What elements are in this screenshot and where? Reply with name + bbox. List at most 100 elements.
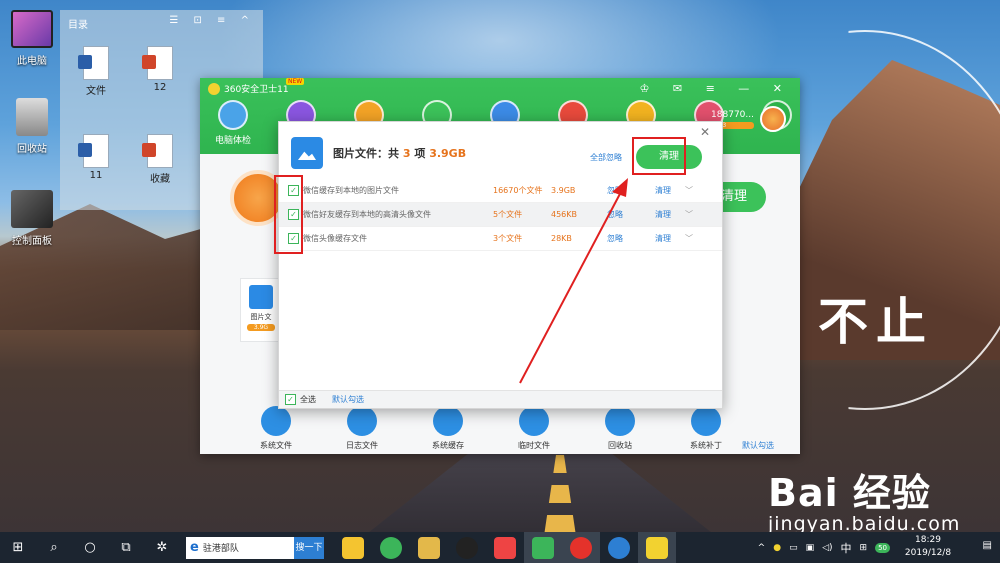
recycle-icon xyxy=(605,406,635,436)
watermark-logo: Bai 经验 xyxy=(768,471,931,515)
image-icon xyxy=(291,137,323,169)
category-label: 系统缓存 xyxy=(432,441,464,450)
category-item[interactable]: 系统文件 xyxy=(246,406,306,451)
list-item: ✓ 微信缓存到本地的图片文件 16670个文件 3.9GB 忽略 清理 ﹀ xyxy=(279,179,722,203)
file-item[interactable]: 文件 xyxy=(66,46,126,97)
desktop-icon-control-panel[interactable]: 控制面板 xyxy=(2,190,62,247)
list-item: ✓ 微信好友缓存到本地的高清头像文件 5个文件 456KB 忽略 清理 ﹀ xyxy=(279,203,722,227)
window-controls[interactable]: ♔ ✉ ≡ — ✕ xyxy=(640,82,793,95)
row-name: 微信好友缓存到本地的高清头像文件 xyxy=(303,210,431,219)
taskbar-app-icon[interactable] xyxy=(486,532,524,563)
chevron-down-icon[interactable]: ﹀ xyxy=(685,185,693,196)
row-ignore-link[interactable]: 忽略 xyxy=(607,233,655,244)
category-item[interactable]: 回收站 xyxy=(590,406,650,451)
pinwheel-icon[interactable]: ✲ xyxy=(144,532,180,563)
task-view-icon[interactable]: ⧉ xyxy=(108,532,144,563)
chevron-down-icon[interactable]: ﹀ xyxy=(685,233,693,244)
row-count: 3个文件 xyxy=(493,234,523,243)
row-size: 3.9GB xyxy=(551,186,576,195)
cortana-icon[interactable]: ○ xyxy=(72,532,108,563)
windows-start-icon[interactable]: ⊞ xyxy=(0,532,36,563)
avatar xyxy=(760,106,786,132)
search-icon[interactable]: ⌕ xyxy=(36,532,72,563)
category-item[interactable]: 临时文件 xyxy=(504,406,564,451)
network-icon[interactable]: ▣ xyxy=(806,543,815,553)
taskbar-app-icon[interactable] xyxy=(410,532,448,563)
nav-label: 电脑体检 xyxy=(214,136,251,146)
chevron-up-icon[interactable]: ^ xyxy=(758,543,766,553)
keyboard-icon[interactable]: ⊞ xyxy=(860,543,868,553)
row-ignore-link[interactable]: 忽略 xyxy=(607,185,655,196)
ppt-file-icon xyxy=(142,46,173,80)
file-item[interactable]: 收藏 xyxy=(130,134,190,185)
desktop-icon-label: 回收站 xyxy=(17,144,47,155)
clock-icon xyxy=(519,406,549,436)
file-label: 11 xyxy=(89,170,103,181)
app-title-text: 360安全卫士11 xyxy=(224,85,289,95)
title-mid: 项 xyxy=(414,147,426,160)
database-icon xyxy=(433,406,463,436)
row-name: 微信头像缓存文件 xyxy=(303,234,367,243)
row-size: 28KB xyxy=(551,234,572,243)
title-prefix: 图片文件：共 xyxy=(333,147,399,160)
row-size: 456KB xyxy=(551,210,578,219)
total-size: 3.9GB xyxy=(429,147,467,160)
explorer-tools[interactable]: ☰ ⊡ ≡ ^ xyxy=(169,15,255,26)
ignore-all-link[interactable]: 全部忽略 xyxy=(590,152,622,163)
browser-search-input[interactable]: e 驻港部队 xyxy=(186,536,294,559)
wallpaper-text: 不止 xyxy=(818,292,934,351)
taskbar-360-guard-icon[interactable] xyxy=(638,532,676,563)
network-speed-badge[interactable]: 50 xyxy=(875,542,890,553)
word-file-icon xyxy=(78,134,109,168)
chevron-down-icon[interactable]: ﹀ xyxy=(685,209,693,220)
taskbar-wechat-icon[interactable] xyxy=(524,532,562,563)
file-item[interactable]: 12 xyxy=(130,46,190,93)
user-name: 188770... xyxy=(711,109,754,120)
image-files-card[interactable]: 图片文 3.9G xyxy=(240,278,282,342)
dialog-header: 图片文件：共 3 项 3.9GB xyxy=(291,137,466,169)
default-check-link[interactable]: 默认勾选 xyxy=(332,394,364,405)
taskbar-app-icon[interactable] xyxy=(600,532,638,563)
row-clean-link[interactable]: 清理 xyxy=(655,185,685,196)
select-all-checkbox[interactable]: ✓ xyxy=(285,394,296,405)
category-item[interactable]: 系统补丁 xyxy=(676,406,736,451)
system-tray: ^ ● ▭ ▣ ◁) 中 ⊞ 50 xyxy=(758,532,890,563)
image-file-icon xyxy=(249,285,273,309)
category-item[interactable]: 系统缓存 xyxy=(418,406,478,451)
word-file-icon xyxy=(78,46,109,80)
select-all-label[interactable]: 全选 xyxy=(300,394,316,405)
row-clean-link[interactable]: 清理 xyxy=(655,209,685,220)
file-item[interactable]: 11 xyxy=(66,134,126,181)
desktop-icon-recycle-bin[interactable]: 回收站 xyxy=(2,98,62,155)
desktop-icon-this-pc[interactable]: 此电脑 xyxy=(2,10,62,67)
category-label: 系统补丁 xyxy=(690,441,722,450)
monitor-icon xyxy=(11,10,53,48)
volume-icon[interactable]: ◁) xyxy=(822,543,832,553)
nav-checkup[interactable]: 电脑体检 xyxy=(212,100,254,146)
taskbar-360-browser-icon[interactable] xyxy=(372,532,410,563)
row-ignore-link[interactable]: 忽略 xyxy=(607,209,655,220)
dialog-footer: ✓ 全选 默认勾选 xyxy=(279,390,722,408)
row-clean-link[interactable]: 清理 xyxy=(655,233,685,244)
close-icon[interactable]: ✕ xyxy=(700,125,710,139)
taskbar-app-icon[interactable] xyxy=(562,532,600,563)
app-default-check-link[interactable]: 默认勾选 xyxy=(742,440,774,451)
360-tray-icon[interactable]: ● xyxy=(773,543,781,553)
category-item[interactable]: 日志文件 xyxy=(332,406,392,451)
recycle-bin-icon xyxy=(16,98,48,136)
clock[interactable]: 18:29 2019/12/8 xyxy=(900,534,956,560)
annotation-checkbox-box xyxy=(274,175,303,254)
ime-indicator[interactable]: 中 xyxy=(841,540,852,556)
taskbar-qq-icon[interactable] xyxy=(448,532,486,563)
search-button[interactable]: 搜一下 xyxy=(294,536,324,559)
control-panel-icon xyxy=(11,190,53,228)
file-label: 12 xyxy=(153,82,167,93)
notification-icon[interactable]: ▤ xyxy=(983,540,992,551)
battery-icon[interactable]: ▭ xyxy=(789,543,798,553)
item-count: 3 xyxy=(402,147,411,160)
clock-time: 18:29 xyxy=(915,535,941,545)
taskbar-explorer-icon[interactable] xyxy=(334,532,372,563)
row-count: 5个文件 xyxy=(493,210,523,219)
file-list: ✓ 微信缓存到本地的图片文件 16670个文件 3.9GB 忽略 清理 ﹀ ✓ … xyxy=(279,179,722,251)
app-title: 360安全卫士11 xyxy=(208,82,289,95)
